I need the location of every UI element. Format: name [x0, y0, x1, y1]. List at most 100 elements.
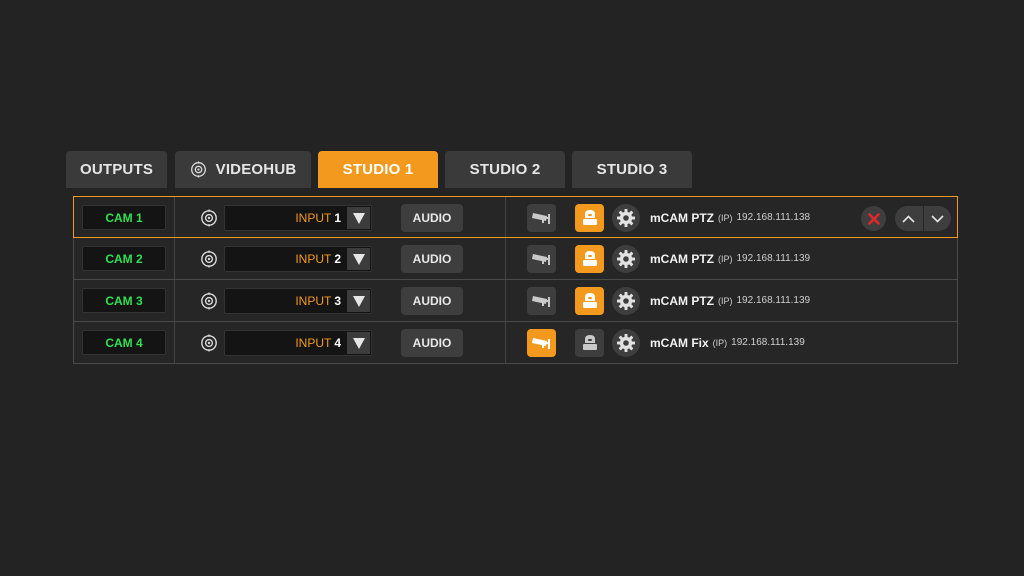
tab-studio-2[interactable]: STUDIO 2 [445, 151, 565, 188]
gear-icon [617, 334, 635, 352]
tab-videohub[interactable]: VIDEOHUB [175, 151, 311, 188]
ptz-camera-icon [582, 293, 597, 308]
ptz-camera-icon [582, 210, 597, 225]
triangle-down-icon [352, 295, 365, 307]
device-info: mCAM Fix (IP) 192.168.111.139 [650, 322, 805, 363]
column-divider [174, 280, 175, 321]
input-number: 3 [334, 294, 341, 308]
column-divider [174, 322, 175, 363]
delete-button[interactable] [861, 206, 886, 231]
device-protocol: (IP) [718, 253, 733, 264]
column-divider [505, 280, 506, 321]
table-row[interactable]: CAM 4 INPUT 4 AUDIO mCAM Fix (IP) 192.16… [73, 322, 958, 364]
dropdown-button[interactable] [347, 207, 370, 229]
audio-button[interactable]: AUDIO [401, 287, 463, 315]
gear-icon [617, 209, 635, 227]
close-icon [867, 212, 880, 225]
security-camera-icon [531, 338, 550, 349]
triangle-down-icon [352, 212, 365, 224]
input-select[interactable]: INPUT 2 [224, 246, 372, 272]
input-value: INPUT 3 [295, 289, 341, 313]
dropdown-button[interactable] [347, 332, 370, 354]
input-label: INPUT [295, 252, 332, 266]
input-number: 2 [334, 252, 341, 266]
column-divider [505, 238, 506, 279]
target-icon [200, 209, 218, 227]
tab-studio-3[interactable]: STUDIO 3 [572, 151, 692, 188]
tab-outputs[interactable]: OUTPUTS [66, 151, 167, 188]
tab-label: STUDIO 1 [342, 161, 414, 178]
table-row[interactable]: CAM 3 INPUT 3 AUDIO mCAM PTZ (IP) 192.16… [73, 280, 958, 322]
tab-label: VIDEOHUB [215, 161, 297, 178]
device-ip: 192.168.111.139 [731, 337, 805, 348]
triangle-down-icon [352, 337, 365, 349]
camera-toggle-button[interactable] [527, 329, 556, 357]
ptz-toggle-button[interactable] [575, 287, 604, 315]
security-camera-icon [531, 254, 550, 265]
ptz-camera-icon [582, 335, 597, 350]
device-protocol: (IP) [718, 295, 733, 306]
tab-label: STUDIO 2 [469, 161, 541, 178]
security-camera-icon [531, 296, 550, 307]
security-camera-icon [531, 213, 550, 224]
camera-toggle-button[interactable] [527, 204, 556, 232]
column-divider [174, 238, 175, 279]
input-value: INPUT 4 [295, 331, 341, 355]
ptz-toggle-button[interactable] [575, 245, 604, 273]
device-name: mCAM PTZ [650, 293, 714, 308]
device-ip: 192.168.111.139 [736, 253, 811, 264]
move-up-button[interactable] [895, 206, 923, 231]
ptz-toggle-button[interactable] [575, 329, 604, 357]
input-label: INPUT [295, 336, 332, 350]
gear-icon [617, 292, 635, 310]
tab-label: OUTPUTS [79, 161, 154, 178]
device-name: mCAM PTZ [650, 251, 714, 266]
audio-button[interactable]: AUDIO [401, 329, 463, 357]
chevron-down-icon [931, 214, 944, 223]
chevron-up-icon [902, 214, 915, 223]
device-protocol: (IP) [718, 212, 733, 223]
device-protocol: (IP) [712, 337, 728, 348]
tab-studio-1[interactable]: STUDIO 1 [318, 151, 438, 188]
device-info: mCAM PTZ (IP) 192.168.111.139 [650, 280, 810, 321]
settings-button[interactable] [612, 287, 640, 315]
device-name: mCAM Fix [650, 335, 709, 350]
column-divider [505, 322, 506, 363]
target-icon [200, 292, 218, 310]
table-row[interactable]: CAM 1 INPUT 1 AUDIO mCAM PTZ (IP) 192.16… [73, 196, 958, 238]
cam-label: CAM 2 [82, 246, 166, 271]
device-ip: 192.168.111.138 [736, 212, 811, 223]
device-info: mCAM PTZ (IP) 192.168.111.138 [650, 197, 810, 238]
camera-table: CAM 1 INPUT 1 AUDIO mCAM PTZ (IP) 192.16… [73, 196, 958, 364]
device-ip: 192.168.111.139 [736, 295, 811, 306]
reorder-controls [895, 206, 951, 231]
settings-button[interactable] [612, 329, 640, 357]
settings-button[interactable] [612, 245, 640, 273]
input-label: INPUT [295, 211, 332, 225]
target-icon [190, 161, 207, 178]
tab-label: STUDIO 3 [596, 161, 668, 178]
column-divider [505, 197, 506, 237]
cam-label: CAM 3 [82, 288, 166, 313]
input-select[interactable]: INPUT 3 [224, 288, 372, 314]
input-select[interactable]: INPUT 4 [224, 330, 372, 356]
input-select[interactable]: INPUT 1 [224, 205, 372, 231]
table-row[interactable]: CAM 2 INPUT 2 AUDIO mCAM PTZ (IP) 192.16… [73, 238, 958, 280]
ptz-toggle-button[interactable] [575, 204, 604, 232]
input-number: 1 [334, 211, 341, 225]
audio-button[interactable]: AUDIO [401, 204, 463, 232]
input-label: INPUT [295, 294, 332, 308]
target-icon [200, 334, 218, 352]
app-stage: OUTPUTS VIDEOHUB STUDIO 1 STUDIO 2 STUDI… [0, 0, 1024, 576]
gear-icon [617, 250, 635, 268]
dropdown-button[interactable] [347, 248, 370, 270]
audio-button[interactable]: AUDIO [401, 245, 463, 273]
device-name: mCAM PTZ [650, 210, 714, 225]
input-value: INPUT 1 [295, 206, 341, 230]
ptz-camera-icon [582, 251, 597, 266]
move-down-button[interactable] [924, 206, 952, 231]
camera-toggle-button[interactable] [527, 245, 556, 273]
settings-button[interactable] [612, 204, 640, 232]
dropdown-button[interactable] [347, 290, 370, 312]
camera-toggle-button[interactable] [527, 287, 556, 315]
